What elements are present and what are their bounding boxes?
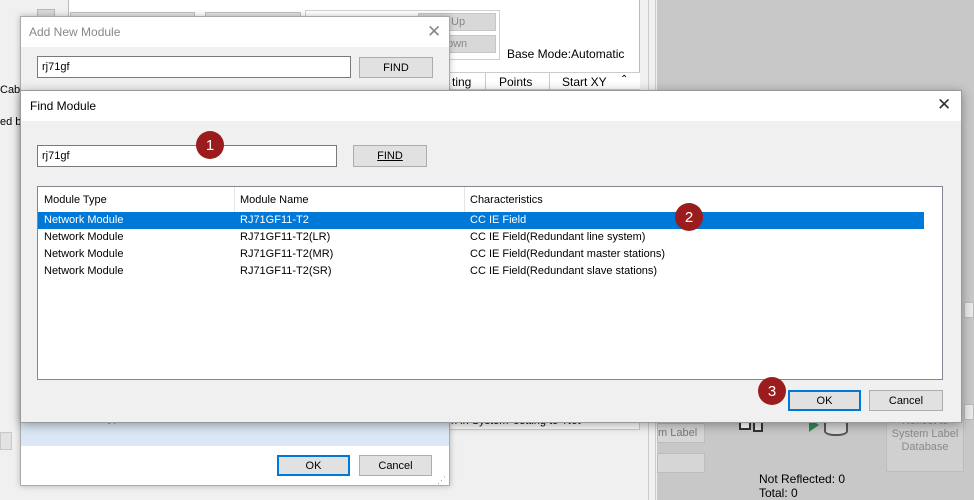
add-search-input[interactable]: rj71gf (37, 56, 351, 78)
reflect-line-2: System Label (891, 428, 959, 440)
row-characteristics: CC IE Field (470, 214, 527, 226)
left-text-2: ed b (0, 116, 22, 128)
col-divider (234, 187, 235, 212)
add-find-button[interactable]: FIND (359, 57, 433, 78)
row-module-type: Network Module (44, 231, 124, 243)
col-header-module-type[interactable]: Module Type (44, 194, 107, 206)
row-characteristics: CC IE Field(Redundant master stations) (470, 248, 666, 260)
col-header-module-name[interactable]: Module Name (240, 194, 308, 206)
add-dialog-title: Add New Module (29, 25, 121, 39)
add-ok-button[interactable]: OK (277, 455, 350, 476)
step-marker-3: 3 (758, 377, 786, 405)
find-dialog-title: Find Module (30, 99, 97, 113)
blank-button[interactable] (657, 453, 705, 473)
bg-col-divider (485, 73, 486, 90)
total-count: Total: 0 (759, 486, 798, 500)
row-module-name: RJ71GF11-T2 (240, 214, 309, 226)
right-scroll-stub[interactable] (964, 302, 974, 318)
row-characteristics: CC IE Field(Redundant line system) (470, 231, 646, 243)
find-button-label: FIND (377, 150, 403, 162)
bg-table-header: ting Points Start XY ⌃ (448, 72, 640, 90)
find-ok-button[interactable]: OK (788, 390, 861, 411)
sort-up-icon: ⌃ (620, 74, 629, 85)
row-module-type: Network Module (44, 265, 124, 277)
reflect-panel[interactable]: Reflect to System Label Database (886, 415, 964, 472)
bg-col-1: ting (452, 75, 472, 89)
bg-col-divider (549, 73, 550, 90)
left-panel (0, 0, 20, 500)
row-characteristics: CC IE Field(Redundant slave stations) (470, 265, 658, 277)
results-list[interactable]: Module Type Module Name Characteristics … (37, 186, 943, 380)
add-cancel-button[interactable]: Cancel (359, 455, 432, 476)
col-divider (464, 187, 465, 212)
left-text-1: Cab (0, 84, 21, 96)
right-scroll-stub[interactable] (964, 404, 974, 420)
bg-col-3: Start XY (562, 75, 607, 89)
resize-grip-icon[interactable]: ⋰ (437, 475, 446, 486)
find-cancel-button[interactable]: Cancel (869, 390, 943, 411)
find-button[interactable]: FIND (353, 145, 427, 167)
reflect-line-3: Database (901, 441, 949, 453)
col-header-characteristics[interactable]: Characteristics (470, 194, 543, 206)
table-row[interactable]: Network Module RJ71GF11-T2(LR) CC IE Fie… (38, 229, 924, 246)
add-dialog-list-area (21, 422, 449, 446)
base-mode-label: Base Mode:Automatic (507, 47, 625, 61)
step-marker-2: 2 (675, 203, 703, 231)
row-module-name: RJ71GF11-T2(LR) (240, 231, 331, 243)
row-module-type: Network Module (44, 248, 124, 260)
results-header: Module Type Module Name Characteristics (38, 187, 942, 212)
close-icon[interactable]: ✕ (937, 97, 951, 114)
row-module-name: RJ71GF11-T2(SR) (240, 265, 332, 277)
close-icon[interactable]: ✕ (427, 24, 441, 41)
find-module-dialog: Find Module ✕ rj71gf FIND Module Type Mo… (20, 90, 962, 423)
row-module-name: RJ71GF11-T2(MR) (240, 248, 334, 260)
table-row[interactable]: Network Module RJ71GF11-T2(SR) CC IE Fie… (38, 263, 924, 280)
find-search-input[interactable]: rj71gf (37, 145, 337, 167)
not-reflected-count: Not Reflected: 0 (759, 472, 846, 486)
find-dialog-titlebar (21, 91, 961, 121)
left-bottom-field (0, 432, 12, 450)
table-row[interactable]: Network Module RJ71GF11-T2 CC IE Field (38, 212, 924, 229)
system-label-button[interactable]: m Label (657, 423, 705, 443)
step-marker-1: 1 (196, 131, 224, 159)
table-row[interactable]: Network Module RJ71GF11-T2(MR) CC IE Fie… (38, 246, 924, 263)
bg-col-2: Points (499, 75, 533, 89)
row-module-type: Network Module (44, 214, 124, 226)
